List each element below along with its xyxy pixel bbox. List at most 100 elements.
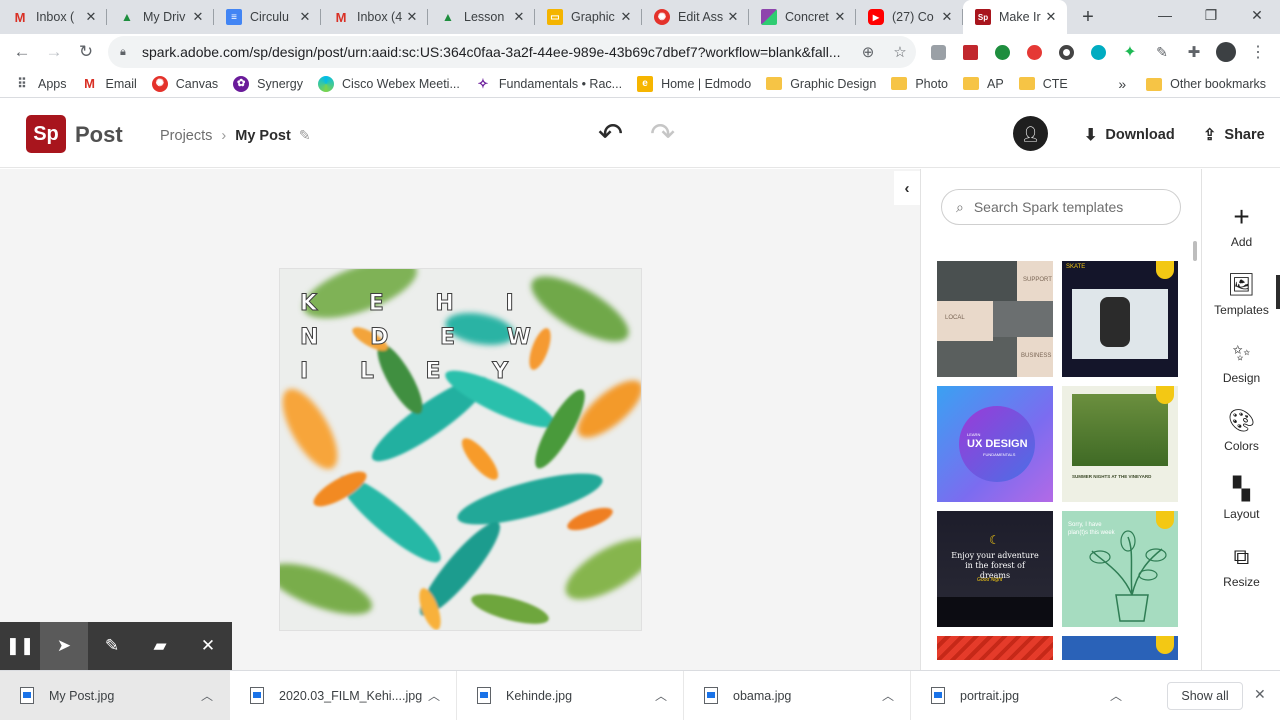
share-button[interactable]: ⇪ Share — [1203, 125, 1265, 145]
extension-icon[interactable] — [990, 40, 1014, 64]
template-thumbnail[interactable]: Sorry, I have plan(t)s this week — [1062, 511, 1178, 627]
chevron-up-icon[interactable]: ︿ — [201, 687, 213, 704]
bookmark-folder-photo[interactable]: Photo — [891, 77, 948, 91]
download-item[interactable]: Kehinde.jpg ︿ — [457, 670, 684, 720]
bookmark-apps[interactable]: ⠿ Apps — [14, 76, 66, 92]
bookmark-folder-ap[interactable]: AP — [963, 77, 1004, 91]
bookmark-email[interactable]: M Email — [82, 76, 137, 92]
download-button[interactable]: ⬇ Download — [1084, 125, 1175, 145]
profile-avatar[interactable] — [1214, 40, 1238, 64]
pause-icon[interactable]: ❚❚ — [0, 622, 40, 670]
browser-tab[interactable]: ▶ (27) Co ✕ — [856, 0, 963, 34]
browser-tab[interactable]: ▲ My Driv ✕ — [107, 0, 214, 34]
pdf-extension-icon[interactable] — [958, 40, 982, 64]
menu-icon[interactable]: ⋮ — [1246, 40, 1270, 64]
chevron-up-icon[interactable]: ︿ — [1110, 687, 1122, 704]
project-title[interactable]: My Post — [235, 128, 291, 144]
extension-icon[interactable] — [1086, 40, 1110, 64]
browser-tab[interactable]: Concret ✕ — [749, 0, 856, 34]
add-icon[interactable]: ⊕ — [852, 43, 884, 61]
pen-icon[interactable]: ✎ — [88, 622, 136, 670]
bookmark-folder-graphic-design[interactable]: Graphic Design — [766, 77, 876, 91]
template-thumbnail[interactable] — [1062, 636, 1178, 660]
spark-logo[interactable]: Sp — [26, 115, 66, 153]
bookmark-fundamentals[interactable]: ✧ Fundamentals • Rac... — [475, 76, 622, 92]
design-canvas[interactable]: K E H I N D E W I L E Y ‹ — [0, 169, 920, 670]
template-thumbnail[interactable]: LEARN UX DESIGN FUNDAMENTALS — [937, 386, 1053, 502]
restore-icon[interactable]: ❐ — [1188, 0, 1234, 30]
close-icon[interactable]: ✕ — [184, 622, 232, 670]
post-artwork[interactable]: K E H I N D E W I L E Y — [279, 268, 642, 631]
download-item[interactable]: 2020.03_FILM_Kehi....jpg ︿ — [230, 670, 457, 720]
chevron-up-icon[interactable]: ︿ — [428, 687, 440, 704]
forward-icon[interactable]: → — [38, 36, 70, 68]
invite-collaborator-icon[interactable]: 👤︎ — [1013, 116, 1048, 151]
breadcrumb-projects[interactable]: Projects — [160, 128, 212, 144]
close-icon[interactable]: ✕ — [1254, 686, 1266, 703]
rail-layout[interactable]: ▚ Layout — [1202, 475, 1280, 521]
rail-add[interactable]: + Add — [1202, 201, 1280, 249]
browser-tab-active[interactable]: Sp Make Ir ✕ — [963, 0, 1067, 34]
template-thumbnail[interactable]: SKATE — [1062, 261, 1178, 377]
bookmark-folder-cte[interactable]: CTE — [1018, 77, 1068, 91]
pointer-icon[interactable]: ➤ — [40, 622, 88, 670]
close-tab-icon[interactable]: ✕ — [511, 9, 527, 25]
close-window-icon[interactable]: ✕ — [1234, 0, 1280, 30]
new-tab-button[interactable]: + — [1073, 0, 1103, 34]
chevron-up-icon[interactable]: ︿ — [655, 687, 667, 704]
browser-tab[interactable]: ✺ Edit Ass ✕ — [642, 0, 749, 34]
download-item[interactable]: portrait.jpg ︿ — [911, 671, 1138, 720]
artwork-text[interactable]: K E H I N D E W I L E Y — [300, 287, 553, 389]
panel-scrollbar[interactable] — [1193, 241, 1197, 261]
minimize-icon[interactable]: — — [1142, 0, 1188, 30]
extension-icon[interactable] — [1022, 40, 1046, 64]
template-thumbnail[interactable] — [937, 636, 1053, 660]
show-all-button[interactable]: Show all — [1167, 682, 1243, 710]
browser-tab[interactable]: ▲ Lesson ✕ — [428, 0, 535, 34]
template-search[interactable]: ⌕ — [941, 189, 1181, 225]
pencil-icon[interactable]: ✎ — [299, 127, 311, 144]
close-tab-icon[interactable]: ✕ — [190, 9, 206, 25]
close-tab-icon[interactable]: ✕ — [1043, 9, 1059, 25]
bookmark-synergy[interactable]: ✿ Synergy — [233, 75, 303, 92]
rail-resize[interactable]: ⧉ Resize — [1202, 543, 1280, 589]
extension-icon[interactable]: ✦ — [1118, 40, 1142, 64]
undo-icon[interactable]: ↶ — [598, 117, 623, 152]
close-tab-icon[interactable]: ✕ — [297, 9, 313, 25]
download-item[interactable]: obama.jpg ︿ — [684, 670, 911, 720]
browser-tab[interactable]: ▭ Graphic ✕ — [535, 0, 642, 34]
rail-design[interactable]: ✨︎ Design — [1202, 339, 1280, 385]
bookmark-other[interactable]: Other bookmarks — [1146, 77, 1266, 91]
eyedropper-icon[interactable]: ✎ — [1150, 40, 1174, 64]
more-bookmarks-icon[interactable]: » — [1118, 76, 1126, 92]
close-tab-icon[interactable]: ✕ — [618, 9, 634, 25]
close-tab-icon[interactable]: ✕ — [83, 9, 99, 25]
close-tab-icon[interactable]: ✕ — [404, 9, 420, 25]
template-thumbnail[interactable]: SUPPORT LOCAL BUSINESS — [937, 261, 1053, 377]
close-tab-icon[interactable]: ✕ — [832, 9, 848, 25]
extension-icon[interactable] — [926, 40, 950, 64]
highlighter-icon[interactable]: ▰ — [136, 622, 184, 670]
close-tab-icon[interactable]: ✕ — [725, 9, 741, 25]
rail-colors[interactable]: 🎨︎ Colors — [1202, 407, 1280, 453]
collapse-panel-icon[interactable]: ‹ — [894, 171, 920, 205]
back-icon[interactable]: ← — [6, 36, 38, 68]
template-thumbnail[interactable]: SUMMER NIGHTS AT THE VINEYARD — [1062, 386, 1178, 502]
download-item[interactable]: My Post.jpg ︿ — [0, 670, 230, 720]
puzzle-icon[interactable]: ✚ — [1182, 40, 1206, 64]
bookmark-webex[interactable]: Cisco Webex Meeti... — [318, 75, 460, 92]
browser-tab[interactable]: ≡ Circulu ✕ — [214, 0, 321, 34]
redo-icon[interactable]: ↷ — [650, 117, 675, 152]
extension-icon[interactable] — [1054, 40, 1078, 64]
search-input[interactable] — [973, 199, 1164, 215]
chevron-up-icon[interactable]: ︿ — [882, 687, 894, 704]
browser-tab[interactable]: M Inbox (✕ — [0, 0, 107, 34]
bookmark-canvas[interactable]: ✺ Canvas — [151, 75, 218, 92]
close-tab-icon[interactable]: ✕ — [939, 9, 955, 25]
bookmark-edmodo[interactable]: e Home | Edmodo — [637, 75, 751, 92]
bookmark-star-icon[interactable]: ☆ — [884, 43, 916, 61]
template-thumbnail[interactable]: ☾ Enjoy your adventure in the forest of … — [937, 511, 1053, 627]
rail-templates[interactable]: 🖼︎ Templates — [1202, 271, 1280, 317]
url-bar[interactable]: 🔒︎ spark.adobe.com/sp/design/post/urn:aa… — [108, 36, 916, 68]
reload-icon[interactable]: ↻ — [70, 36, 102, 68]
